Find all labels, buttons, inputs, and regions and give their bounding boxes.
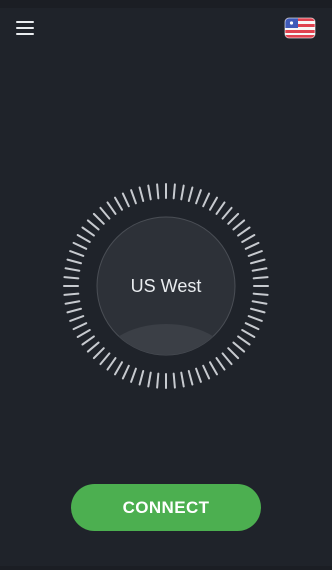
- dial-tick: [244, 241, 260, 250]
- dial-tick: [147, 184, 152, 201]
- dial-tick: [106, 357, 117, 371]
- dial-tick: [86, 219, 100, 231]
- server-circle: [96, 216, 236, 356]
- dial-tick: [221, 352, 233, 366]
- dial-tick: [66, 258, 82, 265]
- dial-tick: [138, 186, 145, 202]
- dial-tick: [121, 192, 130, 208]
- dial-tick: [232, 341, 246, 353]
- dial-tick: [244, 322, 260, 331]
- dial-tick: [121, 364, 130, 380]
- us-flag-icon[interactable]: [284, 16, 316, 40]
- dial-tick: [250, 307, 266, 314]
- dial-tick: [209, 196, 218, 211]
- dial-tick: [130, 189, 137, 205]
- dial-tick: [251, 300, 268, 305]
- dial-tick: [241, 234, 256, 243]
- server-location-label: US West: [130, 276, 202, 296]
- bottom-divider: [0, 566, 332, 570]
- dial-tick: [138, 370, 145, 386]
- dial-tick: [114, 361, 123, 376]
- dial-tick: [251, 267, 268, 272]
- dial-tick: [221, 206, 233, 220]
- dial-tick: [247, 315, 263, 322]
- dial-tick: [180, 184, 185, 201]
- dial-tick: [172, 183, 176, 200]
- dial-tick: [64, 300, 81, 305]
- dial-tick: [114, 196, 123, 211]
- dial-tick: [241, 329, 256, 338]
- dial-tick: [86, 341, 100, 353]
- dial-tick: [209, 361, 218, 376]
- dial-tick: [237, 226, 251, 237]
- dial-tick: [172, 372, 176, 389]
- connect-button[interactable]: CONNECT: [71, 484, 261, 531]
- dial-tick: [72, 322, 88, 331]
- dial-tick: [99, 206, 111, 220]
- dial-tick: [187, 370, 194, 386]
- dial-tick: [92, 212, 105, 225]
- dial-tick: [81, 226, 95, 237]
- dial-tick: [106, 201, 117, 215]
- dial-tick: [202, 364, 211, 380]
- dial-tick: [227, 212, 240, 225]
- dial-tick: [180, 371, 185, 388]
- dial-tick: [156, 372, 160, 389]
- server-dial[interactable]: US West: [63, 183, 269, 389]
- dial-tick: [232, 219, 246, 231]
- dial-tick: [195, 189, 202, 205]
- dial-tick: [69, 250, 85, 257]
- dial-tick: [156, 183, 160, 200]
- dial-tick: [76, 329, 91, 338]
- dial-tick: [202, 192, 211, 208]
- hamburger-menu-icon[interactable]: [12, 14, 40, 42]
- dial-tick: [227, 347, 240, 360]
- dial-tick: [147, 371, 152, 388]
- dial-tick: [130, 367, 137, 383]
- dial-tick: [66, 307, 82, 314]
- dial-tick: [76, 234, 91, 243]
- dial-tick: [215, 357, 226, 371]
- dial-tick: [81, 335, 95, 346]
- dial-tick: [92, 347, 105, 360]
- top-status-strip: [0, 0, 332, 8]
- dial-tick: [215, 201, 226, 215]
- dial-tick: [99, 352, 111, 366]
- dial-tick: [237, 335, 251, 346]
- dial-tick: [250, 258, 266, 265]
- dial-tick: [187, 186, 194, 202]
- dial-tick: [69, 315, 85, 322]
- dial-tick: [64, 267, 81, 272]
- dial-tick: [195, 367, 202, 383]
- dial-tick: [247, 250, 263, 257]
- dial-tick: [72, 241, 88, 250]
